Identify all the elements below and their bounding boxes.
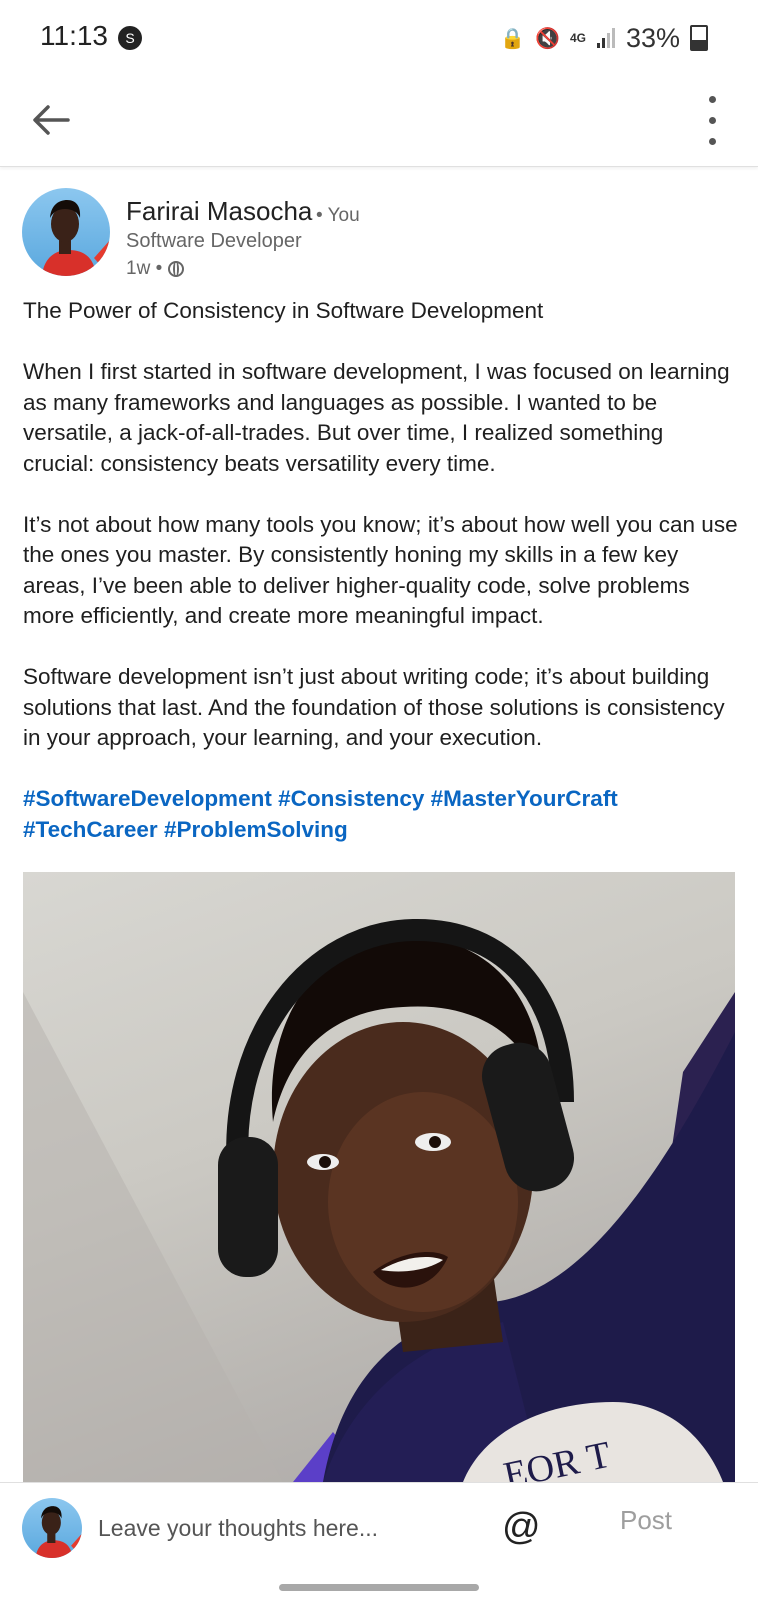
post-paragraph: When I first started in software develop… [23,359,730,476]
comment-bar: @ Post [0,1482,758,1573]
signal-icon [596,28,615,48]
post-body: The Power of Consistency in Software Dev… [23,296,738,845]
hashtag-link[interactable]: #ProblemSolving [164,817,348,842]
home-indicator[interactable] [279,1584,479,1591]
hashtag-link[interactable]: #SoftwareDevelopment [23,786,272,811]
arrow-left-icon[interactable] [28,96,76,144]
post-image[interactable]: EOR T [23,872,735,1482]
battery-percent: 33% [625,22,680,53]
battery-icon [690,25,708,51]
more-vertical-icon[interactable] [700,94,724,148]
post-comment-button[interactable]: Post [620,1505,672,1536]
avatar [22,1498,82,1558]
post-paragraph: It’s not about how many tools you know; … [23,511,738,629]
comment-input[interactable] [96,1501,480,1555]
network-label: 4G [569,31,586,45]
post-paragraph: Software development isn’t just about wr… [23,664,725,750]
status-icons: 🔒 🔇 4G 33% [500,20,708,56]
post-title: The Power of Consistency in Software Dev… [23,298,544,323]
mention-button[interactable]: @ [502,1501,541,1553]
post-time: 1w • [126,258,163,279]
hashtag-link[interactable]: #TechCareer [23,817,158,842]
globe-icon [168,261,185,277]
avatar[interactable] [22,188,110,276]
sync-icon: S [118,26,142,50]
hashtags: #SoftwareDevelopment #Consistency #Maste… [23,784,738,845]
hashtag-link[interactable]: #MasterYourCraft [431,786,618,811]
hashtag-link[interactable]: #Consistency [278,786,424,811]
lock-icon: 🔒 [500,27,526,50]
you-tag: • You [316,205,360,226]
author-name[interactable]: Farirai Masocha [126,196,312,227]
mute-icon: 🔇 [535,27,560,50]
post-meta: 1w • [126,258,185,280]
app-bar [0,76,758,167]
author-headline: Software Developer [126,230,302,252]
status-bar: 11:13 S 🔒 🔇 4G 33% [0,0,758,76]
status-time: 11:13 [40,20,108,51]
